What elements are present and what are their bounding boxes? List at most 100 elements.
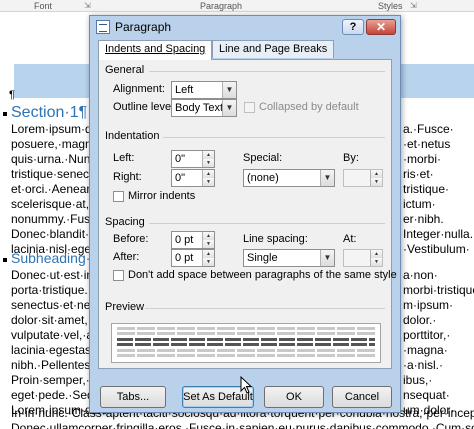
indentation-divider bbox=[163, 137, 385, 138]
at-label: At: bbox=[343, 233, 357, 245]
mirror-indents-label: Mirror indents bbox=[128, 190, 196, 202]
spin-buttons: ▲ ▼ bbox=[370, 170, 382, 186]
spin-buttons: ▲ ▼ bbox=[202, 232, 214, 248]
by-spinner[interactable]: ▲ ▼ bbox=[343, 169, 383, 187]
heading-section-1[interactable]: Section·1¶ bbox=[11, 104, 87, 122]
section1-line-right[interactable]: ·morbi· bbox=[403, 152, 474, 167]
at-spinner[interactable]: ▲ ▼ bbox=[343, 249, 383, 267]
special-select[interactable]: (none) ▼ bbox=[243, 169, 335, 187]
spin-down-icon[interactable]: ▼ bbox=[371, 258, 382, 266]
preview-sample-line bbox=[117, 343, 375, 346]
chevron-down-icon: ▼ bbox=[320, 250, 334, 266]
spin-down-icon[interactable]: ▼ bbox=[371, 178, 382, 186]
doc-line-bottom-2[interactable]: Donec·ullamcorper·fringilla·eros.·Fusce·… bbox=[11, 421, 474, 429]
preview-divider bbox=[145, 308, 385, 309]
section2-line-right[interactable]: nsequat· bbox=[403, 388, 474, 403]
close-button[interactable]: ✕ bbox=[366, 19, 396, 35]
paragraph-dialog: Paragraph ? ✕ Indents and Spacing Line a… bbox=[89, 15, 401, 413]
paragraph-launcher-icon[interactable]: ⇲ bbox=[410, 1, 417, 10]
outline-level-label: Outline level: bbox=[113, 101, 177, 113]
alignment-value: Left bbox=[175, 84, 194, 96]
dont-add-space-checkbox[interactable] bbox=[113, 270, 124, 281]
before-spinner[interactable]: 0 pt ▲ ▼ bbox=[171, 231, 215, 249]
section1-line-right[interactable]: ·et·netus bbox=[403, 137, 474, 152]
section1-line-right[interactable]: tristique· bbox=[403, 182, 474, 197]
paragraph-dialog-icon bbox=[96, 20, 110, 34]
line-spacing-value: Single bbox=[247, 252, 278, 264]
section2-line-right[interactable]: morbi·tristique bbox=[403, 283, 474, 298]
section2-line-right[interactable]: a·non· bbox=[403, 268, 474, 283]
before-label: Before: bbox=[113, 233, 149, 245]
section2-line-right[interactable]: ·a·nisl.· bbox=[403, 358, 474, 373]
preview-sample-line bbox=[117, 338, 375, 341]
alignment-select[interactable]: Left ▼ bbox=[171, 81, 237, 99]
dialog-titlebar[interactable]: Paragraph ? ✕ bbox=[90, 16, 400, 38]
before-value: 0 pt bbox=[175, 234, 194, 246]
chevron-down-icon: ▼ bbox=[222, 82, 236, 98]
tabs-button[interactable]: Tabs... bbox=[100, 386, 166, 408]
ok-button[interactable]: OK bbox=[264, 386, 324, 408]
by-label: By: bbox=[343, 152, 359, 164]
mirror-indents-checkbox[interactable] bbox=[113, 191, 124, 202]
tab-line-and-page-breaks[interactable]: Line and Page Breaks bbox=[212, 40, 335, 58]
right-indent-spinner[interactable]: 0" ▲ ▼ bbox=[171, 169, 215, 187]
section2-line-right[interactable]: dolor.· bbox=[403, 313, 474, 328]
section-spacing-label: Spacing bbox=[105, 216, 145, 228]
dialog-title: Paragraph bbox=[115, 20, 172, 34]
section2-line-right[interactable]: ·magna· bbox=[403, 343, 474, 358]
spin-up-icon[interactable]: ▲ bbox=[371, 170, 382, 178]
spin-down-icon[interactable]: ▼ bbox=[203, 178, 214, 186]
tab-indents-and-spacing[interactable]: Indents and Spacing bbox=[98, 40, 213, 60]
outline-level-value: Body Text bbox=[175, 102, 224, 114]
spin-up-icon[interactable]: ▲ bbox=[203, 232, 214, 240]
outline-level-select[interactable]: Body Text ▼ bbox=[171, 99, 237, 117]
general-divider bbox=[149, 71, 385, 72]
section2-line-right[interactable]: um·dolor· bbox=[403, 403, 474, 418]
heading-bullet bbox=[3, 112, 7, 116]
spin-buttons: ▲ ▼ bbox=[370, 250, 382, 266]
dont-add-space-label: Don't add space between paragraphs of th… bbox=[128, 269, 397, 281]
section1-line-right[interactable]: er·nibh. bbox=[403, 212, 474, 227]
ribbon-strip: Font ⇲ Paragraph ⇲ Styles bbox=[0, 0, 474, 12]
spin-up-icon[interactable]: ▲ bbox=[203, 170, 214, 178]
section1-line-right[interactable]: ictum· bbox=[403, 197, 474, 212]
spin-down-icon[interactable]: ▼ bbox=[203, 240, 214, 248]
help-button[interactable]: ? bbox=[342, 19, 364, 35]
section1-line-right[interactable]: a.·Fusce· bbox=[403, 122, 474, 137]
chevron-down-icon: ▼ bbox=[222, 100, 236, 116]
paragraph-preview bbox=[111, 323, 381, 363]
after-spinner[interactable]: 0 pt ▲ ▼ bbox=[171, 249, 215, 267]
line-spacing-label: Line spacing: bbox=[243, 233, 308, 245]
chevron-down-icon: ▼ bbox=[320, 170, 334, 186]
section1-line-right[interactable]: ris·et· bbox=[403, 167, 474, 182]
section2-line-right[interactable]: ibus,· bbox=[403, 373, 474, 388]
right-indent-value: 0" bbox=[175, 172, 186, 184]
left-indent-label: Left: bbox=[113, 152, 135, 164]
preview-following-line bbox=[117, 354, 375, 357]
ribbon-group-styles: Styles bbox=[378, 1, 403, 11]
section2-line-right[interactable]: porttitor,· bbox=[403, 328, 474, 343]
spin-down-icon[interactable]: ▼ bbox=[203, 159, 214, 167]
line-spacing-select[interactable]: Single ▼ bbox=[243, 249, 335, 267]
spin-down-icon[interactable]: ▼ bbox=[203, 258, 214, 266]
collapsed-by-default-label: Collapsed by default bbox=[259, 101, 359, 113]
after-value: 0 pt bbox=[175, 252, 194, 264]
empty-paragraph-mark: ¶ bbox=[9, 89, 15, 101]
section1-line-right[interactable]: ·Vestibulum· bbox=[403, 242, 474, 257]
spin-up-icon[interactable]: ▲ bbox=[203, 250, 214, 258]
collapsed-by-default-checkbox[interactable] bbox=[244, 102, 255, 113]
font-launcher-icon[interactable]: ⇲ bbox=[84, 1, 91, 10]
cancel-button[interactable]: Cancel bbox=[332, 386, 392, 408]
section-general-label: General bbox=[105, 64, 145, 76]
spin-up-icon[interactable]: ▲ bbox=[203, 151, 214, 159]
section2-line-right[interactable]: m·ipsum· bbox=[403, 298, 474, 313]
preview-previous-line bbox=[117, 332, 375, 335]
left-indent-spinner[interactable]: 0" ▲ ▼ bbox=[171, 150, 215, 168]
special-value: (none) bbox=[247, 172, 279, 184]
spin-up-icon[interactable]: ▲ bbox=[371, 250, 382, 258]
left-indent-value: 0" bbox=[175, 153, 186, 165]
tab-indents-label: Indents and Spacing bbox=[105, 43, 206, 55]
section1-line-right[interactable]: Integer·nulla.· bbox=[403, 227, 474, 242]
indents-spacing-panel: General Alignment: Left ▼ Outline level:… bbox=[98, 59, 397, 369]
subheading-bullet bbox=[3, 258, 7, 262]
